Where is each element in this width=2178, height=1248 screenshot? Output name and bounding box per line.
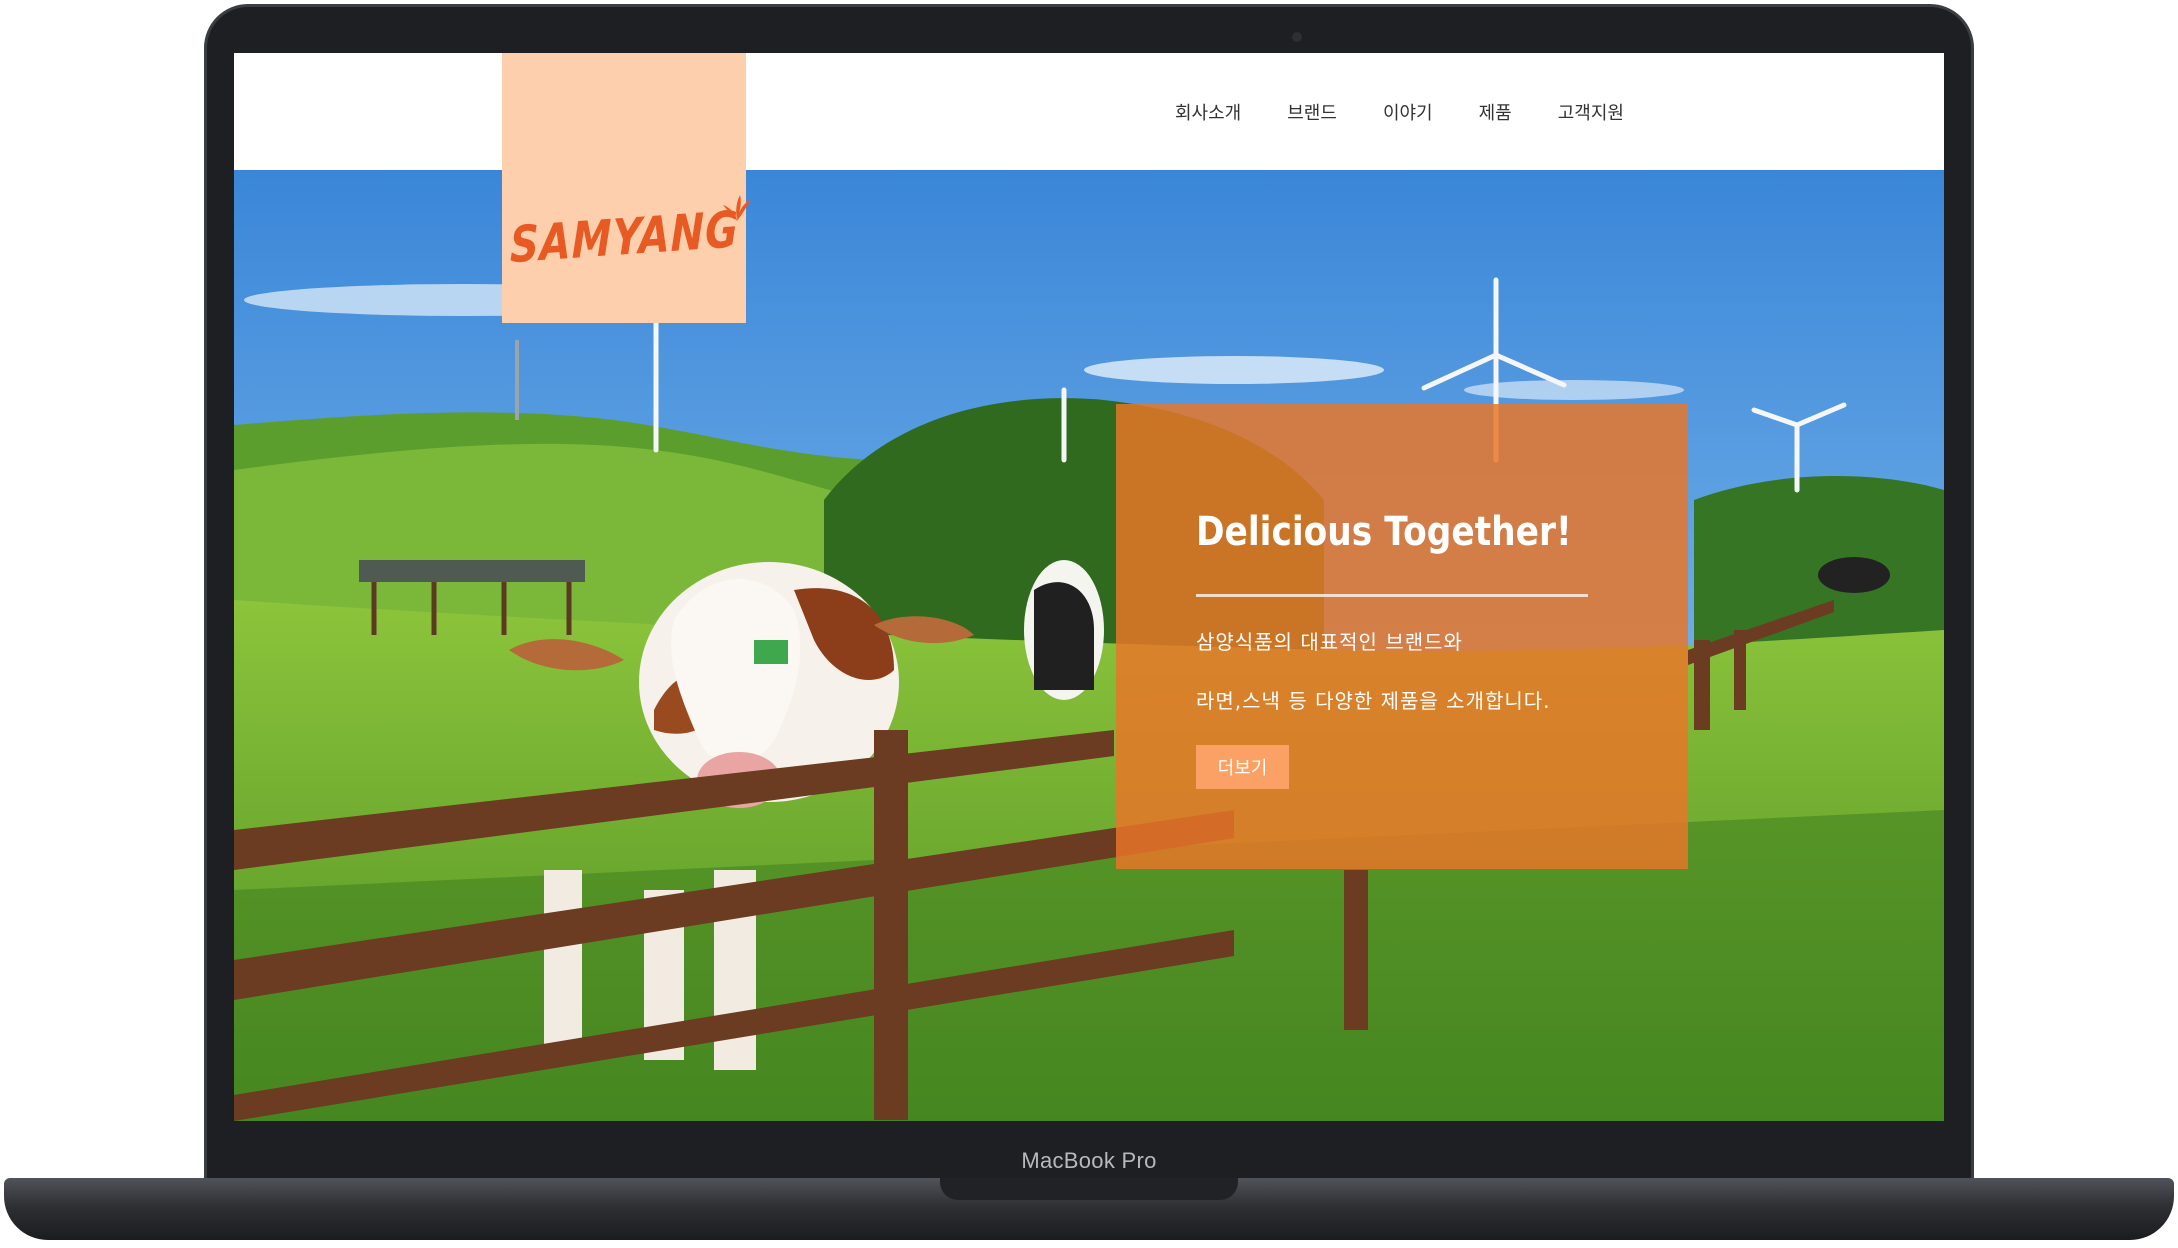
device-model-label: MacBook Pro [1021, 1148, 1157, 1173]
main-menu: 회사소개 브랜드 이야기 제품 고객지원 [1175, 53, 1624, 170]
menu-item-company[interactable]: 회사소개 [1175, 99, 1241, 125]
site-logo[interactable]: SAMYANG [502, 53, 752, 323]
hero-title: Delicious Together! [1196, 509, 1572, 555]
camera-dot [1292, 32, 1302, 42]
hero-text-card: Delicious Together! 삼양식품의 대표적인 브랜드와 라면,스… [1116, 404, 1688, 869]
top-navigation: 회사소개 브랜드 이야기 제품 고객지원 [234, 53, 1944, 170]
menu-item-story[interactable]: 이야기 [1383, 99, 1433, 125]
website-screen: 회사소개 브랜드 이야기 제품 고객지원 SAMYANG Delicious T… [234, 53, 1944, 1121]
hero-divider [1196, 594, 1588, 597]
more-button[interactable]: 더보기 [1196, 745, 1289, 789]
logo-text: SAMYANG [509, 201, 739, 275]
leaf-sprout-icon [723, 195, 752, 221]
menu-item-support[interactable]: 고객지원 [1558, 99, 1624, 125]
hero-description-line-2: 라면,스낵 등 다양한 제품을 소개합니다. [1196, 689, 1551, 713]
hero-description-line-1: 삼양식품의 대표적인 브랜드와 [1196, 630, 1463, 654]
menu-item-brand[interactable]: 브랜드 [1287, 99, 1337, 125]
laptop-opening-notch [940, 1178, 1238, 1200]
menu-item-products[interactable]: 제품 [1479, 99, 1512, 125]
logo-wrap: SAMYANG [510, 195, 752, 275]
